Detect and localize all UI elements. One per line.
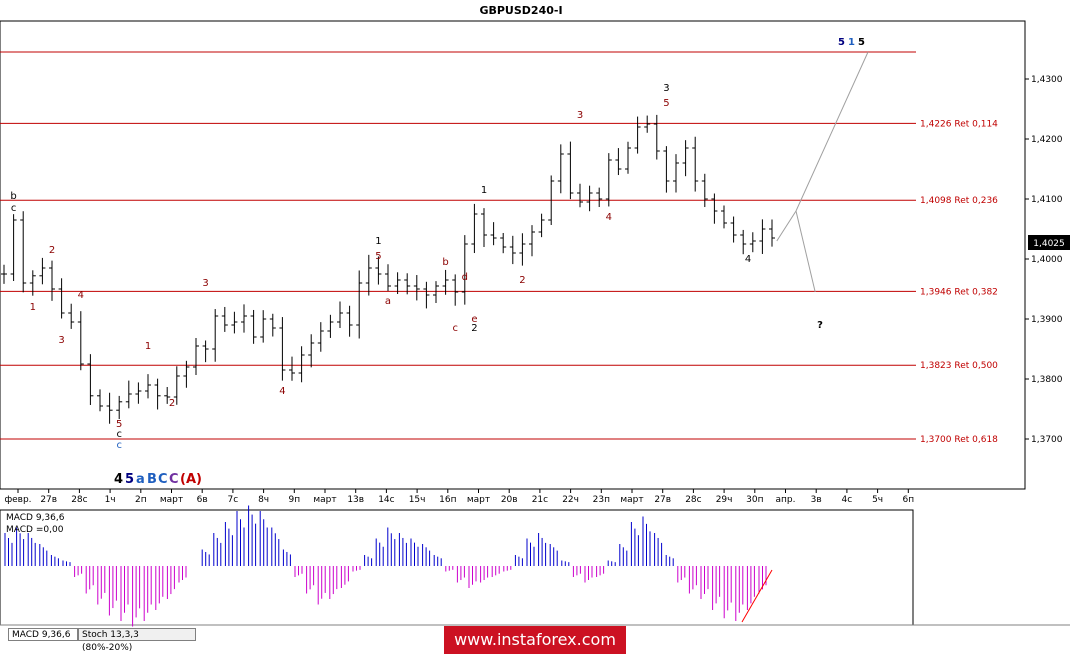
x-tick-label: 4с	[842, 495, 853, 505]
wave-label: b	[442, 257, 448, 268]
chart-title: GBPUSD240-I	[479, 4, 562, 17]
x-tick-label: 27в	[654, 495, 671, 505]
x-tick-label: 7с	[228, 495, 239, 505]
wave-label: 2	[49, 245, 55, 256]
fib-level-label: 1,3700 Ret 0,618	[920, 435, 998, 445]
y-tick-label: 1,4300	[1031, 75, 1063, 85]
y-axis: 1,4300 1,4200 1,4100 1,4000 1,3900 1,3800 1,37…	[1025, 75, 1063, 445]
x-tick-label: 13в	[347, 495, 364, 505]
wave-label: c	[116, 440, 122, 451]
wave-label: 3	[58, 335, 64, 346]
wave-label-bottom: (A)	[180, 472, 202, 487]
x-tick-label: 29ч	[716, 495, 733, 505]
wave-label: 2	[519, 275, 525, 286]
wave-label: 1	[30, 302, 36, 313]
tab-stoch[interactable]: Stoch 13,3,3 (80%-20%)	[78, 628, 196, 653]
wave-label: 1	[481, 185, 487, 196]
wave-label: 4	[78, 290, 84, 301]
wave-label: 1	[145, 341, 151, 352]
y-tick-label: 1,4000	[1031, 255, 1063, 265]
x-tick-label: март	[467, 495, 490, 505]
x-tick-label: 6в	[197, 495, 208, 505]
x-tick-label: 28с	[71, 495, 87, 505]
x-tick-label: 21с	[532, 495, 548, 505]
y-tick-label: 1,4200	[1031, 135, 1063, 145]
x-tick-label: февр.	[4, 495, 31, 505]
x-tick-label: апр.	[776, 495, 796, 505]
x-tick-label: 16п	[439, 495, 456, 505]
wave-label: 5	[375, 251, 381, 262]
wave-label: 4	[606, 212, 612, 223]
x-tick-label: 22ч	[562, 495, 579, 505]
x-tick-label: 2п	[135, 495, 147, 505]
wave-label-bottom: B	[147, 472, 157, 487]
x-tick-label: 1ч	[105, 495, 116, 505]
wave-label: ?	[817, 320, 823, 331]
y-tick-label: 1,3700	[1031, 435, 1063, 445]
macd-label-1: MACD 9,36,6	[6, 513, 65, 523]
wave-label: 3	[577, 110, 583, 121]
x-axis: февр. 27в 28с 1ч 2п март 6в 7с 8ч 9п март 13в 14с 15ч…	[4, 489, 914, 505]
wave-label: c	[11, 203, 17, 214]
wave-label: c	[116, 429, 122, 440]
fib-level-label: 1,4098 Ret 0,236	[920, 196, 998, 206]
wave-label: d	[462, 272, 468, 283]
x-tick-label: 14с	[378, 495, 394, 505]
x-tick-label: март	[620, 495, 643, 505]
wave-label: a	[385, 296, 391, 307]
wave-label-top: 5	[838, 37, 845, 48]
tab-macd[interactable]: MACD 9,36,6	[8, 628, 78, 641]
wave-label-top: 5	[858, 37, 865, 48]
wave-label-bottom: a	[136, 472, 145, 487]
x-tick-label: март	[160, 495, 183, 505]
wave-label-bottom: 4	[114, 472, 123, 487]
macd-panel-frame	[0, 509, 914, 626]
wave-label: 2	[471, 323, 477, 334]
wave-label-top: 1	[848, 37, 855, 48]
x-tick-label: 30п	[746, 495, 763, 505]
x-tick-label: 28с	[685, 495, 701, 505]
y-tick-label: 1,3900	[1031, 315, 1063, 325]
wave-label: 3	[663, 83, 669, 94]
chart-canvas: GBPUSD240-I 1,4226 Ret 0,114 1,4098 Ret 0…	[0, 4, 1070, 627]
wave-label: 4	[279, 386, 285, 397]
fib-level-label: 1,3823 Ret 0,500	[920, 361, 998, 371]
x-tick-label: 23п	[593, 495, 610, 505]
y-tick-label: 1,4100	[1031, 195, 1063, 205]
fib-level-label: 1,3946 Ret 0,382	[920, 287, 998, 297]
macd-label-2: MACD =0,00	[6, 525, 64, 535]
x-tick-label: 3в	[811, 495, 822, 505]
x-tick-label: 27в	[40, 495, 57, 505]
y-tick-label: 1,3800	[1031, 375, 1063, 385]
x-tick-label: 15ч	[409, 495, 426, 505]
wave-label: 3	[202, 278, 208, 289]
current-price-label: 1,4025	[1033, 239, 1065, 249]
wave-label: 4	[745, 254, 751, 265]
x-tick-label: 5ч	[872, 495, 883, 505]
wave-label-bottom: 5	[125, 472, 134, 487]
wave-label: 2	[169, 398, 175, 409]
watermark-logo: www.instaforex.com	[444, 626, 626, 654]
wave-label: 1	[375, 236, 381, 247]
wave-label-bottom: C	[169, 472, 179, 487]
x-tick-label: март	[313, 495, 336, 505]
fib-level-label: 1,4226 Ret 0,114	[920, 119, 998, 129]
x-tick-label: 6п	[902, 495, 914, 505]
wave-label: 5	[663, 98, 669, 109]
x-tick-label: 9п	[288, 495, 300, 505]
x-tick-label: 8ч	[258, 495, 269, 505]
wave-label: c	[452, 323, 458, 334]
x-tick-label: 20в	[501, 495, 518, 505]
wave-label: b	[10, 191, 16, 202]
wave-label-bottom: C	[158, 472, 168, 487]
